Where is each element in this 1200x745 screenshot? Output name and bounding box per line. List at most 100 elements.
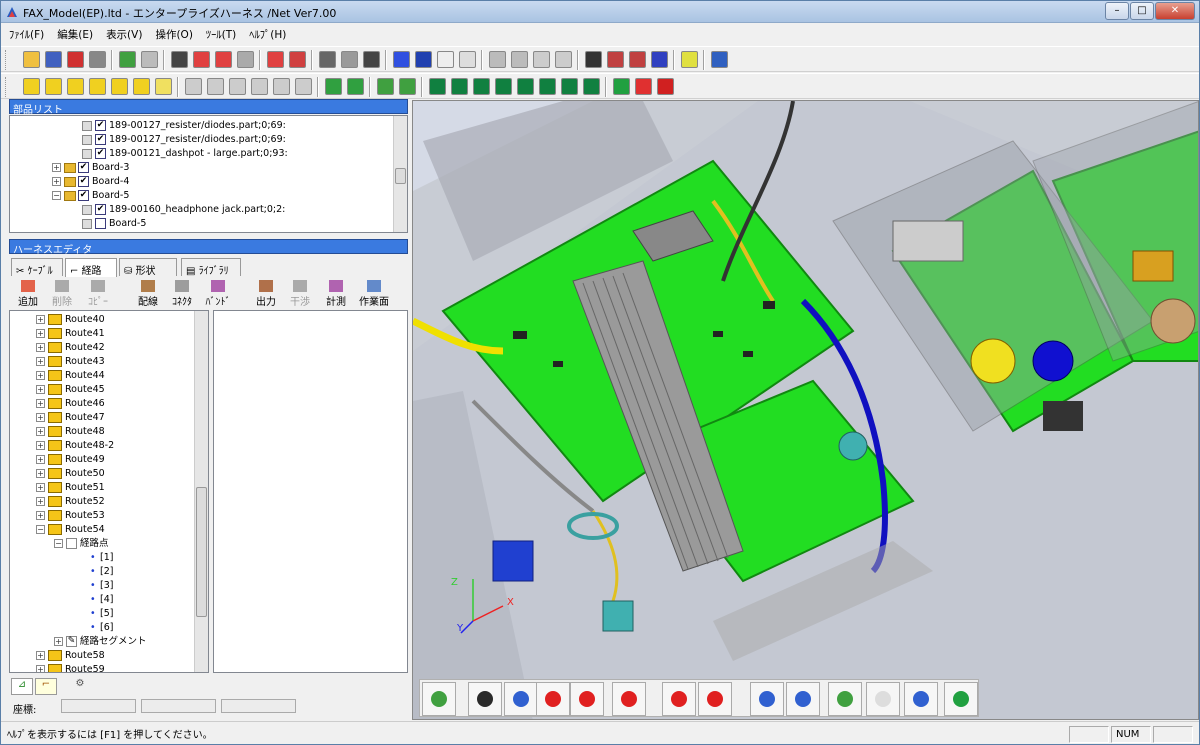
route-tree-item[interactable]: + Route51 xyxy=(36,481,105,495)
add-button[interactable]: 追加 xyxy=(11,278,45,308)
interference-button[interactable]: 干渉 xyxy=(283,278,317,308)
minimize-button[interactable]: – xyxy=(1105,2,1129,20)
tree-item[interactable]: ✔ 189-00127_resister/diodes.part;0;69: xyxy=(82,119,286,133)
mode-tab-route-icon[interactable]: ⌐ xyxy=(35,678,57,695)
redo-icon[interactable] xyxy=(289,51,306,68)
cut2-icon[interactable] xyxy=(215,51,232,68)
route-tree-item[interactable]: + Route50 xyxy=(36,467,105,481)
route-tree-item[interactable]: + Route59 xyxy=(36,663,105,672)
target-icon[interactable] xyxy=(612,682,646,716)
cube-y7-icon[interactable] xyxy=(155,78,172,95)
menu-file[interactable]: ﾌｧｲﾙ(F) xyxy=(1,24,49,42)
rotate-view-icon[interactable] xyxy=(422,682,456,716)
route-tree-item[interactable]: • [4] xyxy=(90,593,113,607)
menu-operation[interactable]: 操作(O) xyxy=(147,24,197,42)
cut-red-icon[interactable] xyxy=(193,51,210,68)
route-tree-item[interactable]: + Route49 xyxy=(36,453,105,467)
frame1-icon[interactable] xyxy=(377,78,394,95)
cube-y4-icon[interactable] xyxy=(89,78,106,95)
comp8-icon[interactable] xyxy=(583,78,600,95)
comp6-icon[interactable] xyxy=(539,78,556,95)
pen-icon[interactable] xyxy=(171,51,188,68)
window-icon[interactable] xyxy=(711,51,728,68)
route-tree-item[interactable]: + Route40 xyxy=(36,313,105,327)
route-tree-item[interactable]: − Route54 xyxy=(36,523,105,537)
ground-icon[interactable] xyxy=(635,78,652,95)
gray4-icon[interactable] xyxy=(555,51,572,68)
grid-plane-icon[interactable] xyxy=(866,682,900,716)
g1-icon[interactable] xyxy=(185,78,202,95)
tab-cable[interactable]: ✂ ｹｰﾌﾞﾙ xyxy=(11,258,63,277)
select-icon[interactable] xyxy=(662,682,696,716)
measure-icon[interactable] xyxy=(698,682,732,716)
3d-viewport[interactable]: Z X Y xyxy=(412,100,1199,720)
x-icon[interactable] xyxy=(237,51,254,68)
tree-item[interactable]: − ✔ Board-5 xyxy=(52,189,129,203)
save-icon[interactable] xyxy=(45,51,62,68)
cube-blue-icon[interactable] xyxy=(393,51,410,68)
cube-y1-icon[interactable] xyxy=(23,78,40,95)
cube-hidden-icon[interactable] xyxy=(459,51,476,68)
tab-library[interactable]: ▤ ﾗｲﾌﾞﾗﾘ xyxy=(181,258,241,277)
route-tree-item[interactable]: + Route41 xyxy=(36,327,105,341)
undo-icon[interactable] xyxy=(267,51,284,68)
zoom-icon[interactable] xyxy=(468,682,502,716)
gray3-icon[interactable] xyxy=(533,51,550,68)
comp4-icon[interactable] xyxy=(495,78,512,95)
route-tree-item[interactable]: + Route44 xyxy=(36,369,105,383)
tree-view-icon[interactable] xyxy=(904,682,938,716)
measure-button[interactable]: 計測 xyxy=(319,278,353,308)
pan-icon[interactable] xyxy=(504,682,538,716)
pick-icon[interactable] xyxy=(570,682,604,716)
auto-icon[interactable] xyxy=(607,51,624,68)
print-icon[interactable] xyxy=(89,51,106,68)
comp2-icon[interactable] xyxy=(451,78,468,95)
route-tree-item[interactable]: + Route53 xyxy=(36,509,105,523)
g2-icon[interactable] xyxy=(207,78,224,95)
comp1-icon[interactable] xyxy=(429,78,446,95)
g4-icon[interactable] xyxy=(251,78,268,95)
cube-y5-icon[interactable] xyxy=(111,78,128,95)
route-tree-item[interactable]: + Route47 xyxy=(36,411,105,425)
route-tree-scrollbar[interactable] xyxy=(194,311,208,672)
route-tree-item[interactable]: + ✎ 経路セグメント xyxy=(54,635,147,649)
menu-tools[interactable]: ﾂｰﾙ(T) xyxy=(198,24,241,42)
route-tree-item[interactable]: + Route46 xyxy=(36,397,105,411)
comp7-icon[interactable] xyxy=(561,78,578,95)
tree-item[interactable]: ✔ 189-00127_resister/diodes.part;0;69: xyxy=(82,133,286,147)
open-icon[interactable] xyxy=(23,51,40,68)
layer-icon[interactable] xyxy=(944,682,978,716)
route-tree-item[interactable]: • [3] xyxy=(90,579,113,593)
cube-y3-icon[interactable] xyxy=(67,78,84,95)
route-tree-item[interactable]: − 経路点 xyxy=(54,537,109,551)
gray1-icon[interactable] xyxy=(489,51,506,68)
mode-tab-tool-icon[interactable]: ⚙ xyxy=(69,678,91,695)
comp3-icon[interactable] xyxy=(473,78,490,95)
workplane-button[interactable]: 作業面 xyxy=(357,278,391,308)
maximize-button[interactable]: □ xyxy=(1130,2,1154,20)
wire-icon[interactable] xyxy=(613,78,630,95)
mix-icon[interactable] xyxy=(657,78,674,95)
cube-solid-icon[interactable] xyxy=(415,51,432,68)
parts-list-scrollbar[interactable] xyxy=(393,116,407,232)
3d-model-view[interactable]: Z X Y xyxy=(413,101,1199,720)
cube-y2-icon[interactable] xyxy=(45,78,62,95)
route-tree-item[interactable]: + Route48 xyxy=(36,425,105,439)
wiring-button[interactable]: 配線 xyxy=(131,278,165,308)
cube-icon[interactable] xyxy=(67,51,84,68)
menu-edit[interactable]: 編集(E) xyxy=(49,24,98,42)
tab-shape[interactable]: ⛁ 形状 xyxy=(119,258,177,277)
camera-icon[interactable] xyxy=(319,51,336,68)
cube-wire-icon[interactable] xyxy=(437,51,454,68)
g5-icon[interactable] xyxy=(273,78,290,95)
delete-button[interactable]: 削除 xyxy=(45,278,79,308)
connector-button[interactable]: ｺﾈｸﾀ xyxy=(165,278,199,308)
home-icon[interactable] xyxy=(828,682,862,716)
grid-icon[interactable] xyxy=(681,51,698,68)
route-tree-item[interactable]: • [5] xyxy=(90,607,113,621)
speed-icon[interactable] xyxy=(651,51,668,68)
shape-icon[interactable] xyxy=(629,51,646,68)
output-button[interactable]: 出力 xyxy=(249,278,283,308)
tab-route[interactable]: ⌐ 経路 xyxy=(65,258,117,277)
film-icon[interactable] xyxy=(341,51,358,68)
